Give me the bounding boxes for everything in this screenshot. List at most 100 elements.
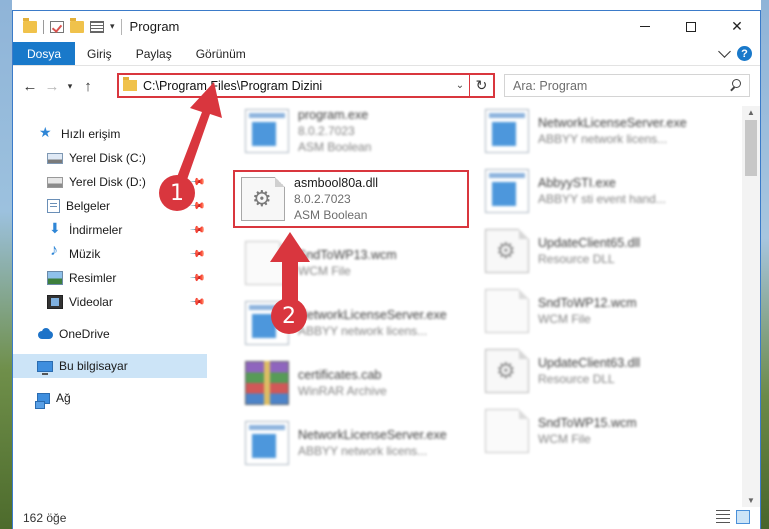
content-area: Hızlı erişim Yerel Disk (C:) Yerel Disk … <box>13 106 760 507</box>
address-bar[interactable]: C:\Program Files\Program Dizini ⌄ ↻ <box>117 73 495 98</box>
sidebar-item-this-pc[interactable]: Bu bilgisayar <box>13 354 207 378</box>
file-tile[interactable]: certificates.cab WinRAR Archive <box>235 354 471 412</box>
sidebar-item-label: Ağ <box>56 391 71 405</box>
scroll-up-chevron-icon[interactable]: ▲ <box>742 108 760 117</box>
exe-file-icon <box>245 421 289 465</box>
file-type: ABBYY sti event hand... <box>538 192 666 206</box>
file-name: SndToWP12.wcm <box>538 296 637 310</box>
scroll-down-chevron-icon[interactable]: ▼ <box>742 496 760 505</box>
item-count: 162 öğe <box>23 511 67 525</box>
sidebar-item-onedrive[interactable]: OneDrive <box>13 322 207 346</box>
file-type: WCM File <box>538 312 591 326</box>
file-name: NetworkLicenseServer.exe <box>298 308 447 322</box>
file-tile[interactable]: NetworkLicenseServer.exe ABBYY network li… <box>235 294 471 352</box>
sidebar-item-label: OneDrive <box>59 327 110 341</box>
close-button[interactable]: ✕ <box>714 11 760 42</box>
tab-share[interactable]: Paylaş <box>124 42 184 65</box>
sidebar-item-music[interactable]: Müzik 📌 <box>13 242 207 266</box>
cloud-icon <box>37 327 53 341</box>
blank-file-icon <box>485 409 529 453</box>
sidebar-item-network[interactable]: Ağ <box>13 386 207 410</box>
file-name: program.exe <box>298 108 369 122</box>
new-folder-icon[interactable] <box>70 17 84 33</box>
expand-ribbon-chevron-icon[interactable] <box>718 45 731 58</box>
file-company: ASM Boolean <box>298 140 372 154</box>
sidebar-item-label: Videolar <box>69 295 113 309</box>
recent-locations-chevron-icon[interactable]: ▾ <box>63 81 77 92</box>
sidebar-item-local-disk-c[interactable]: Yerel Disk (C:) <box>13 146 207 170</box>
pin-icon[interactable]: 📌 <box>188 294 205 311</box>
videos-icon <box>47 295 63 309</box>
up-arrow-icon[interactable]: ↑ <box>77 78 99 95</box>
file-type: WCM File <box>538 432 591 446</box>
title-divider <box>120 18 122 35</box>
blank-file-icon <box>245 241 289 285</box>
address-dropdown-chevron-icon[interactable]: ⌄ <box>451 80 469 91</box>
ribbon-tabs: Dosya Giriş Paylaş Görünüm ? <box>13 42 760 66</box>
file-tile-selected[interactable]: asmbool80a.dll 8.0.2.7023 ASM Boolean <box>233 170 469 228</box>
pin-icon[interactable]: 📌 <box>188 246 205 263</box>
file-name: SndToWP13.wcm <box>298 248 397 262</box>
details-view-icon[interactable] <box>716 510 730 524</box>
sidebar-item-videos[interactable]: Videolar 📌 <box>13 290 207 314</box>
desktop-wallpaper-left <box>0 0 12 529</box>
dll-file-icon <box>485 229 529 273</box>
file-name: asmbool80a.dll <box>294 176 379 190</box>
sidebar-item-quick-access[interactable]: Hızlı erişim <box>13 122 207 146</box>
minimize-button[interactable] <box>622 11 668 42</box>
vertical-scrollbar[interactable]: ▲ ▼ <box>742 106 760 507</box>
maximize-button[interactable] <box>668 11 714 42</box>
tab-home[interactable]: Giriş <box>75 42 124 65</box>
back-arrow-icon[interactable]: ← <box>19 78 41 95</box>
file-tile[interactable]: NetworkLicenseServer.exe ABBYY network li… <box>235 414 471 472</box>
file-type: ABBYY network licens... <box>298 444 428 458</box>
navigation-pane: Hızlı erişim Yerel Disk (C:) Yerel Disk … <box>13 106 207 507</box>
file-tile[interactable]: SndToWP12.wcm WCM File <box>475 282 711 340</box>
file-tile[interactable]: SndToWP15.wcm WCM File <box>475 402 711 460</box>
drive-icon <box>47 176 63 188</box>
star-icon <box>39 124 55 141</box>
tab-file[interactable]: Dosya <box>13 42 76 65</box>
file-tile[interactable]: NetworkLicenseServer.exe ABBYY network li… <box>475 102 711 160</box>
pin-icon[interactable]: 📌 <box>188 222 205 239</box>
file-tile[interactable]: UpdateClient65.dll Resource DLL <box>475 222 711 280</box>
file-name: certificates.cab <box>298 368 382 382</box>
properties-check-icon[interactable] <box>50 20 64 33</box>
search-box[interactable]: Ara: Program <box>504 74 750 97</box>
pin-icon[interactable]: 📌 <box>188 270 205 287</box>
file-name: UpdateClient63.dll <box>538 356 641 370</box>
pictures-icon <box>47 271 63 285</box>
file-tile[interactable]: UpdateClient63.dll Resource DLL <box>475 342 711 400</box>
file-company: ASM Boolean <box>294 208 368 222</box>
file-tile[interactable]: SndToWP13.wcm WCM File <box>235 234 471 292</box>
address-row: ← → ▾ ↑ C:\Program Files\Program Dizini … <box>13 66 760 106</box>
step-badge-2: 2 <box>271 298 307 334</box>
network-icon <box>35 392 50 409</box>
search-icon[interactable] <box>727 77 745 95</box>
address-path[interactable]: C:\Program Files\Program Dizini <box>143 79 451 93</box>
file-name: UpdateClient65.dll <box>538 236 641 250</box>
file-name: AbbyySTI.exe <box>538 176 616 190</box>
scrollbar-thumb[interactable] <box>745 120 757 176</box>
help-icon[interactable]: ? <box>737 46 752 61</box>
file-type: ABBYY network licens... <box>298 324 428 338</box>
sidebar-item-pictures[interactable]: Resimler 📌 <box>13 266 207 290</box>
file-version: 8.0.2.7023 <box>294 192 351 206</box>
folder-icon <box>23 17 37 33</box>
exe-file-icon <box>245 109 289 153</box>
customize-toolbar-chevron-icon[interactable]: ▾ <box>110 21 115 32</box>
refresh-icon[interactable]: ↻ <box>469 75 493 96</box>
search-input[interactable]: Ara: Program <box>513 79 727 93</box>
tiles-view-icon[interactable] <box>736 510 750 524</box>
file-tile[interactable]: AbbyySTI.exe ABBYY sti event hand... <box>475 162 711 220</box>
sidebar-item-downloads[interactable]: İndirmeler 📌 <box>13 218 207 242</box>
minimize-icon <box>640 26 650 27</box>
sidebar-item-label: Yerel Disk (C:) <box>69 151 146 165</box>
file-tile[interactable]: program.exe 8.0.2.7023 ASM Boolean <box>235 102 471 160</box>
forward-arrow-icon[interactable]: → <box>41 78 63 95</box>
tab-view[interactable]: Görünüm <box>184 42 258 65</box>
view-properties-icon[interactable] <box>90 20 104 33</box>
close-icon: ✕ <box>731 18 743 34</box>
file-version: 8.0.2.7023 <box>298 124 355 138</box>
file-type: WinRAR Archive <box>298 384 387 398</box>
